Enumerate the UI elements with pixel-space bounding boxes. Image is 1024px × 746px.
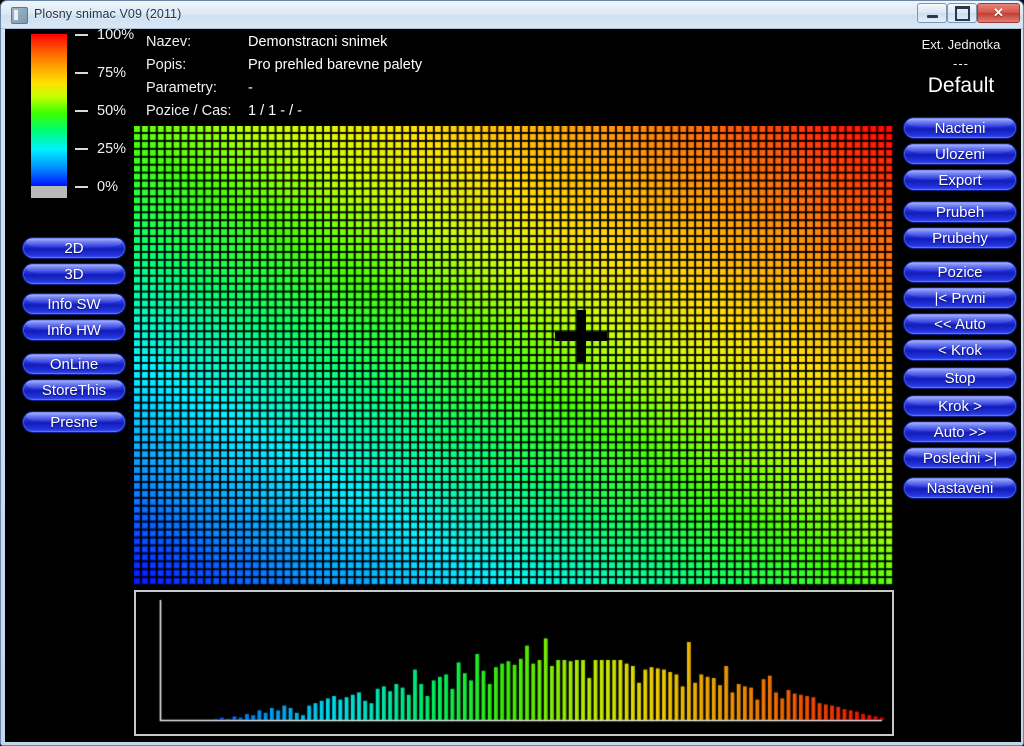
button-label: Ulozeni [934,145,986,163]
button-label: Info SW [47,295,101,313]
legend-tick-label: 0% [97,179,118,195]
step-forward-button[interactable]: Krok > [903,395,1017,417]
ext-unit-value: --- [953,56,969,71]
legend-tick: 100% [75,29,134,43]
button-label: StoreThis [41,381,107,399]
legend-tick-dash-icon [75,186,88,188]
export-button[interactable]: Export [903,169,1017,191]
maximize-icon [948,4,976,22]
legend-tick-label: 100% [97,29,135,43]
minimize-icon [918,4,946,22]
button-label: 3D [64,265,84,283]
ulozeni-button[interactable]: Ulozeni [903,143,1017,165]
info-label: Popis: [146,57,187,73]
online-button[interactable]: OnLine [22,353,126,375]
histogram-panel[interactable] [134,590,894,736]
nastaveni-button[interactable]: Nastaveni [903,477,1017,499]
stop-button[interactable]: Stop [903,367,1017,389]
heatmap-canvas[interactable] [134,126,894,586]
pozice-button[interactable]: Pozice [903,261,1017,283]
button-label: Prubehy [932,229,988,247]
legend-tick-label: 50% [97,103,127,119]
legend-tick-dash-icon [75,72,88,74]
button-label: Posledni >| [922,449,998,467]
button-label: Presne [50,413,98,431]
prubeh-button[interactable]: Prubeh [903,201,1017,223]
close-button[interactable]: ✕ [977,3,1020,23]
presne-button[interactable]: Presne [22,411,126,433]
ext-unit-label: Ext. Jednotka [921,37,1001,52]
button-label: Krok > [938,397,982,415]
info-value: 1 / 1 - / - [248,103,302,119]
info-hw-button[interactable]: Info HW [22,319,126,341]
info-value: Pro prehled barevne palety [248,57,423,73]
window-title: Plosny snimac V09 (2011) [34,7,182,21]
close-icon: ✕ [993,5,1004,20]
button-label: Info HW [46,321,102,339]
last-button[interactable]: Posledni >| [903,447,1017,469]
prubehy-button[interactable]: Prubehy [903,227,1017,249]
nacteni-button[interactable]: Nacteni [903,117,1017,139]
info-label: Parametry: [146,80,217,96]
button-label: Nastaveni [926,479,994,497]
color-scale-underflow [31,186,67,198]
app-window: Plosny snimac V09 (2011) ✕ 100% 75% 50% 25%… [0,0,1024,746]
info-label: Nazev: [146,34,192,50]
heatmap-panel[interactable] [134,126,894,586]
legend-tick: 75% [75,65,126,81]
histogram-canvas [136,592,892,734]
legend-tick-dash-icon [75,148,88,150]
first-button[interactable]: |< Prvni [903,287,1017,309]
color-scale-bar [31,34,67,186]
button-label: Nacteni [934,119,986,137]
legend-tick-label: 25% [97,141,127,157]
button-label: |< Prvni [934,289,986,307]
info-label: Pozice / Cas: [146,103,232,119]
button-label: Prubeh [935,203,985,221]
legend-tick: 0% [75,179,118,195]
auto-forward-button[interactable]: Auto >> [903,421,1017,443]
auto-back-button[interactable]: << Auto [903,313,1017,335]
view-3d-button[interactable]: 3D [22,263,126,285]
profile-name: Default [927,74,995,97]
legend-tick-dash-icon [75,110,88,112]
button-label: 2D [64,239,84,257]
color-legend: 100% 75% 50% 25% 0% [31,29,141,224]
button-label: Export [938,171,982,189]
histogram-plot-area [136,592,892,734]
button-label: Auto >> [933,423,987,441]
app-icon [11,7,28,24]
button-label: << Auto [934,315,986,333]
minimize-button[interactable] [917,3,947,23]
button-label: Stop [944,369,976,387]
button-label: OnLine [49,355,99,373]
view-2d-button[interactable]: 2D [22,237,126,259]
legend-tick: 50% [75,103,126,119]
legend-tick: 25% [75,141,126,157]
info-value: Demonstracni snimek [248,34,388,50]
info-value: - [248,80,253,96]
button-label: < Krok [938,341,982,359]
legend-tick-label: 75% [97,65,127,81]
legend-tick-dash-icon [75,34,88,36]
step-back-button[interactable]: < Krok [903,339,1017,361]
maximize-button[interactable] [947,3,977,23]
store-this-button[interactable]: StoreThis [22,379,126,401]
info-sw-button[interactable]: Info SW [22,293,126,315]
button-label: Pozice [937,263,983,281]
client-area: 100% 75% 50% 25% 0% Nazev: Demonstracni snime… [5,29,1021,742]
title-bar: Plosny snimac V09 (2011) ✕ [1,1,1023,29]
